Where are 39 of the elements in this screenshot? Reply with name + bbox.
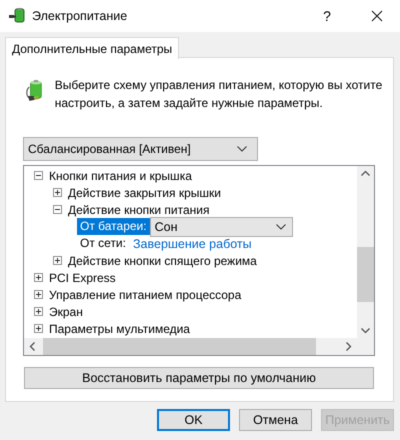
expand-icon[interactable] (34, 290, 43, 299)
dialog-button[interactable]: OK (157, 409, 230, 431)
tab[interactable]: Дополнительные параметры (5, 37, 180, 59)
setting-dropdown[interactable]: Сон (150, 216, 293, 236)
expand-icon[interactable] (53, 188, 62, 197)
battery-plug-icon (8, 8, 26, 24)
power-plan-dropdown[interactable]: Сбалансированная [Активен] (23, 137, 258, 161)
collapse-icon[interactable] (34, 171, 43, 180)
tree-item[interactable]: Управление питанием процессора (49, 288, 242, 302)
tree-item[interactable]: Действие кнопки питания (68, 202, 210, 216)
tree-item[interactable]: PCI Express (49, 270, 116, 284)
scrollbar-thumb[interactable] (43, 338, 316, 355)
scrollbar-thumb[interactable] (357, 247, 374, 302)
expand-icon[interactable] (53, 256, 62, 265)
expand-icon[interactable] (34, 324, 43, 333)
collapse-icon[interactable] (53, 205, 62, 214)
setting-label[interactable]: От сети: (77, 235, 129, 252)
restore-defaults-button[interactable]: Восстановить параметры по умолчанию (24, 367, 374, 389)
scroll-down-icon[interactable] (361, 328, 370, 334)
setting-link[interactable]: Завершение работы (132, 236, 252, 250)
dialog-button[interactable]: Отмена (239, 409, 312, 431)
tree-item[interactable]: Действие кнопки спящего режима (68, 254, 257, 268)
expand-icon[interactable] (34, 307, 43, 316)
tree-item[interactable]: Кнопки питания и крышка (49, 168, 192, 182)
help-button[interactable]: ? (314, 8, 340, 24)
chevron-down-icon (276, 224, 286, 230)
chevron-down-icon (237, 146, 247, 152)
setting-label[interactable]: От батареи: (77, 218, 150, 235)
instructions-text: Выберите схему управления питанием, которую вы хотите настроить, а затем задайте нужные параметры. (54, 77, 384, 112)
tree-item[interactable]: Параметры мультимедиа (49, 322, 190, 336)
scroll-left-icon[interactable] (29, 342, 35, 351)
horizontal-scrollbar[interactable] (24, 338, 357, 355)
window-title: Электропитание (32, 9, 128, 23)
scroll-right-icon[interactable] (346, 342, 352, 351)
expand-icon[interactable] (34, 273, 43, 282)
vertical-scrollbar[interactable] (357, 166, 374, 338)
scroll-up-icon[interactable] (361, 170, 370, 176)
tree-item[interactable]: Экран (49, 304, 83, 318)
tree-item[interactable]: Действие закрытия крышки (68, 186, 221, 200)
